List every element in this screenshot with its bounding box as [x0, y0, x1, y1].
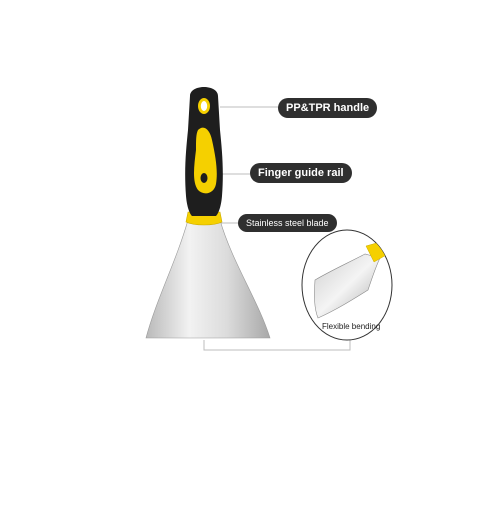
- putty-knife-illustration: [145, 87, 393, 351]
- steel-blade: [145, 219, 271, 339]
- flex-bending-label: Flexible bending: [322, 322, 381, 331]
- leader-line-flex: [203, 340, 351, 351]
- callout-handle: PP&TPR handle: [278, 98, 378, 118]
- callout-blade: Stainless steel blade: [238, 214, 337, 232]
- callout-finger-rail: Finger guide rail: [250, 163, 352, 183]
- product-diagram: PP&TPR handle Finger guide rail Stainles…: [0, 0, 500, 500]
